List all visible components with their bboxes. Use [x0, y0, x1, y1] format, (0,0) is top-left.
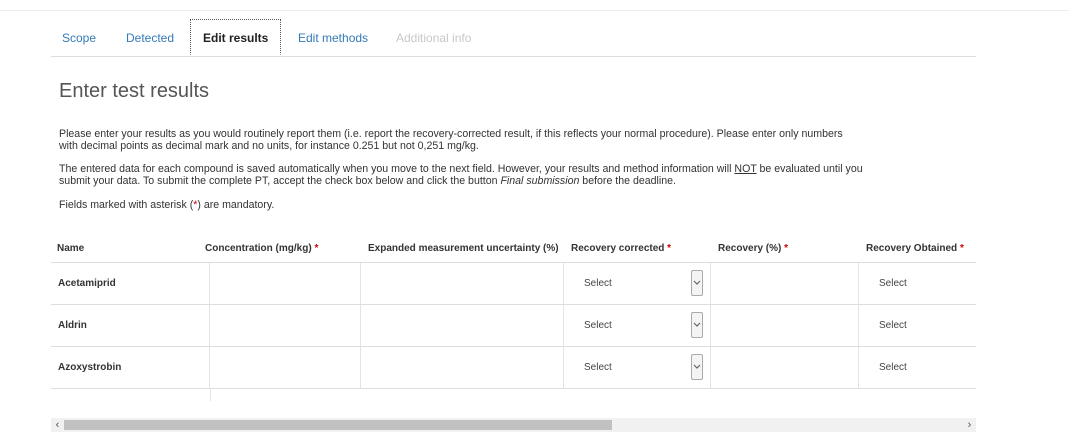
col-header-name: Name [57, 243, 85, 254]
instructions-line: Please enter your results as you would r… [59, 128, 843, 140]
cell-divider [210, 388, 211, 401]
instructions-text: before the deadline. [579, 175, 676, 187]
tab-bar: Scope Detected Edit results Edit methods… [51, 19, 976, 57]
required-marker: * [667, 243, 672, 254]
horizontal-scrollbar[interactable]: ‹ › [51, 418, 976, 432]
col-header-recovery-corrected: Recovery corrected * [571, 243, 672, 254]
recovery-obtained-select[interactable]: Select [859, 305, 976, 346]
instructions-text: submit your data. To submit the complete… [59, 175, 501, 187]
scroll-right-arrow[interactable]: › [963, 418, 976, 432]
instructions-text: be evaluated until you [756, 163, 863, 175]
col-header-uncertainty: Expanded measurement uncertainty (%) [368, 243, 559, 254]
instructions-paragraph-1: Please enter your results as you would r… [59, 128, 979, 152]
dropdown-button[interactable] [691, 270, 703, 296]
final-submission-ref: Final submission [500, 175, 580, 187]
instructions-text: Fields marked with asterisk ( [59, 199, 194, 211]
recovery-obtained-select[interactable]: Select [859, 347, 976, 388]
recovery-corrected-select[interactable]: Select [564, 263, 710, 304]
instructions-paragraph-3: Fields marked with asterisk (*) are mand… [59, 199, 979, 211]
scrollbar-thumb[interactable] [64, 420, 612, 430]
concentration-input[interactable] [210, 347, 360, 388]
table-row: Azoxystrobin Select Select [51, 347, 976, 389]
required-marker: * [959, 243, 964, 254]
chevron-down-icon [693, 322, 701, 327]
tab-scope[interactable]: Scope [62, 20, 96, 55]
table-row: Aldrin Select Select [51, 305, 976, 347]
recovery-obtained-select[interactable]: Select [859, 263, 976, 304]
tab-edit-results[interactable]: Edit results [190, 19, 282, 55]
instructions-text: The entered data for each compound is sa… [59, 163, 735, 175]
recovery-input[interactable] [711, 347, 858, 388]
col-header-recovery: Recovery (%) * [718, 243, 789, 254]
recovery-input[interactable] [711, 263, 858, 304]
dropdown-button[interactable] [691, 312, 703, 338]
compound-name: Aldrin [58, 320, 87, 331]
select-value: Select [584, 362, 612, 373]
tab-detected[interactable]: Detected [126, 20, 174, 55]
dropdown-button[interactable] [691, 354, 703, 380]
uncertainty-input[interactable] [361, 305, 563, 346]
uncertainty-input[interactable] [361, 347, 563, 388]
concentration-input[interactable] [210, 263, 360, 304]
recovery-corrected-select[interactable]: Select [564, 347, 710, 388]
required-marker: * [784, 243, 789, 254]
tab-edit-methods[interactable]: Edit methods [298, 20, 368, 55]
recovery-input[interactable] [711, 305, 858, 346]
col-header-concentration: Concentration (mg/kg) * [205, 243, 319, 254]
chevron-down-icon [693, 364, 701, 369]
compound-name: Acetamiprid [58, 278, 116, 289]
uncertainty-input[interactable] [361, 263, 563, 304]
instructions-line: with decimal points as decimal mark and … [59, 140, 479, 152]
table-row: Acetamiprid Select Select [51, 263, 976, 305]
tab-additional-info: Additional info [396, 31, 472, 45]
not-emphasis: NOT [734, 163, 757, 175]
col-header-recovery-obtained: Recovery Obtained * [866, 243, 964, 254]
required-marker: * [314, 243, 319, 254]
select-value: Select [879, 320, 907, 331]
select-value: Select [879, 362, 907, 373]
scroll-left-arrow[interactable]: ‹ [51, 418, 64, 432]
compound-name: Azoxystrobin [58, 362, 122, 373]
instructions-text: ) are mandatory. [197, 199, 275, 211]
recovery-corrected-select[interactable]: Select [564, 305, 710, 346]
chevron-down-icon [693, 280, 701, 285]
select-value: Select [584, 320, 612, 331]
select-value: Select [584, 278, 612, 289]
concentration-input[interactable] [210, 305, 360, 346]
page-title: Enter test results [59, 80, 210, 102]
instructions-paragraph-2: The entered data for each compound is sa… [59, 163, 979, 187]
select-value: Select [879, 278, 907, 289]
